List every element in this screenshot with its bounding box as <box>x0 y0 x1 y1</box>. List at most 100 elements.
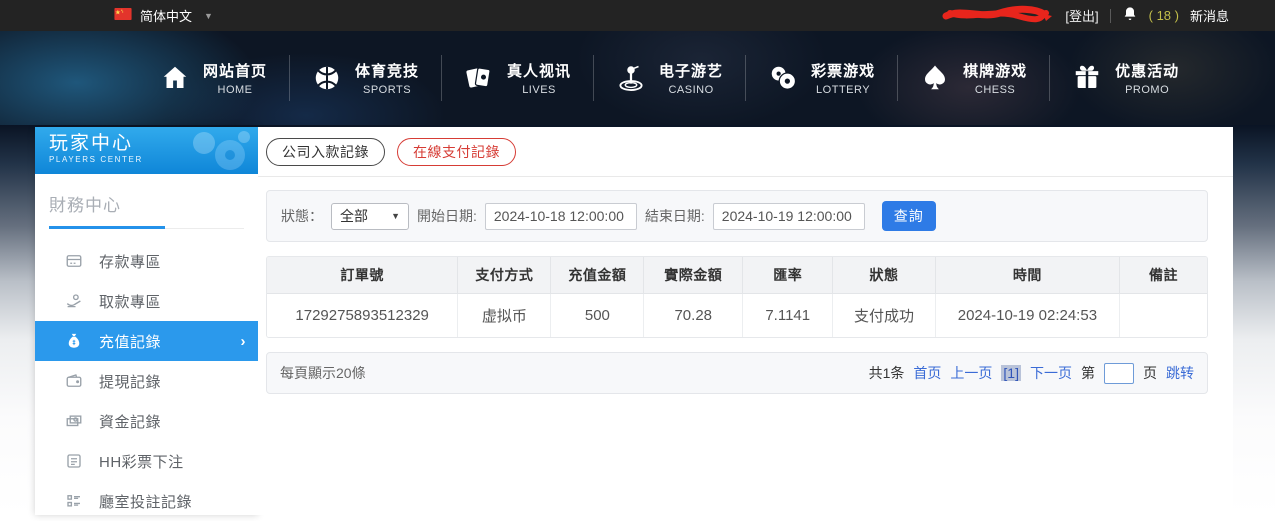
next-page-link[interactable]: 下一页 <box>1030 363 1072 383</box>
nav-item-home[interactable]: 网站首页 HOME <box>138 60 289 96</box>
spade-icon <box>920 63 950 93</box>
censored-username-scribble[interactable] <box>942 5 1054 26</box>
sidebar: 玩家中心 PLAYERS CENTER 財務中心 存款專區 取款專區 充值記錄 … <box>35 127 258 515</box>
home-icon <box>160 63 190 93</box>
sidebar-item-hh-lottery-bets[interactable]: HH彩票下注 <box>35 441 258 481</box>
logout-link[interactable]: [登出] <box>1065 6 1098 25</box>
sidebar-item-label: 存款專區 <box>99 251 161 272</box>
sidebar-item-label: 廳室投註記錄 <box>99 491 192 512</box>
finance-section-title: 財務中心 <box>49 191 244 216</box>
nav-label-en: PROMO <box>1115 84 1179 96</box>
sidebar-item-funds-records[interactable]: 資金記錄 <box>35 401 258 441</box>
prev-page-link[interactable]: 上一页 <box>950 363 992 383</box>
sidebar-item-label: HH彩票下注 <box>99 451 184 472</box>
col-status: 狀態 <box>833 257 935 293</box>
end-date-input[interactable] <box>713 203 865 230</box>
china-flag-icon <box>114 8 132 23</box>
messages-link[interactable]: 新消息 <box>1190 6 1229 25</box>
nav-label-zh: 彩票游戏 <box>811 60 875 81</box>
start-date-input[interactable] <box>485 203 637 230</box>
cell-exchange-rate: 7.1141 <box>743 293 833 337</box>
topbar-divider <box>1110 9 1111 23</box>
tab-online-payment-records[interactable]: 在線支付記錄 <box>397 138 516 166</box>
gift-icon <box>1072 63 1102 93</box>
topbar: 简体中文 ▼ [登出] ( 18 ) 新消息 <box>0 0 1275 31</box>
jump-button[interactable]: 跳转 <box>1166 363 1194 383</box>
chevron-down-icon: ▼ <box>391 211 400 221</box>
basketball-icon <box>312 63 342 93</box>
first-page-link[interactable]: 首页 <box>913 363 941 383</box>
cell-order-number: 1729275893512329 <box>267 293 458 337</box>
col-payment-method: 支付方式 <box>458 257 551 293</box>
nav-label-zh: 棋牌游戏 <box>963 60 1027 81</box>
table-header-row: 訂單號 支付方式 充值金額 實際金額 匯率 狀態 時間 備註 <box>267 257 1207 293</box>
nav-item-casino[interactable]: 电子游艺 CASINO <box>594 60 745 96</box>
start-date-label: 開始日期: <box>417 206 477 226</box>
table-row: 1729275893512329 虚拟币 500 70.28 7.1141 支付… <box>267 293 1207 337</box>
main-nav: 网站首页 HOME 体育竞技SPORTS 真人视讯 LIVES 电子游艺 CASINO… <box>0 31 1275 125</box>
cell-recharge-amount: 500 <box>551 293 644 337</box>
current-page-indicator[interactable]: [1] <box>1001 365 1021 381</box>
topbar-right: [登出] ( 18 ) 新消息 <box>942 5 1229 26</box>
sidebar-item-withdraw[interactable]: 取款專區 <box>35 281 258 321</box>
bell-icon[interactable] <box>1122 6 1138 25</box>
playing-cards-icon <box>464 63 494 93</box>
sidebar-item-label: 資金記錄 <box>99 411 161 432</box>
nav-label-zh: 电子游艺 <box>659 60 723 81</box>
nav-item-sports[interactable]: 体育竞技SPORTS <box>290 60 441 96</box>
status-select[interactable]: 全部 ▼ <box>331 203 409 230</box>
cell-remark <box>1120 293 1207 337</box>
nav-label-zh: 优惠活动 <box>1115 60 1179 81</box>
chevron-down-icon: ▼ <box>204 11 213 21</box>
end-date-label: 結束日期: <box>645 206 705 226</box>
main-panel: 公司入款記錄 在線支付記錄 狀態： 全部 ▼ 開始日期: 結束日期: 查詢 訂單… <box>258 127 1233 515</box>
nav-label-en: SPORTS <box>355 84 419 96</box>
sidebar-item-label: 提現記錄 <box>99 371 161 392</box>
nav-item-promo[interactable]: 优惠活动 PROMO <box>1050 60 1201 96</box>
col-actual-amount: 實際金額 <box>644 257 743 293</box>
search-button[interactable]: 查詢 <box>882 201 936 231</box>
total-count-label: 共1条 <box>869 363 905 383</box>
page-jump-input[interactable] <box>1104 363 1134 384</box>
gamepad-decoration-icon <box>182 129 254 174</box>
list-icon <box>65 492 83 510</box>
joystick-icon <box>616 63 646 93</box>
nav-label-en: HOME <box>203 84 267 96</box>
document-icon <box>65 452 83 470</box>
lottery-balls-icon <box>768 63 798 93</box>
language-switcher[interactable]: 简体中文 ▼ <box>114 6 213 25</box>
col-time: 時間 <box>935 257 1119 293</box>
language-label: 简体中文 <box>140 6 192 25</box>
sidebar-item-label: 取款專區 <box>99 291 161 312</box>
pagination-controls: 共1条 首页 上一页 [1] 下一页 第 页 跳转 <box>869 363 1194 384</box>
col-exchange-rate: 匯率 <box>743 257 833 293</box>
sidebar-menu: 存款專區 取款專區 充值記錄 › 提現記錄 資金記錄 <box>35 241 258 521</box>
sidebar-item-recharge-records[interactable]: 充值記錄 › <box>35 321 258 361</box>
filter-bar: 狀態： 全部 ▼ 開始日期: 結束日期: 查詢 <box>266 190 1208 242</box>
col-remark: 備註 <box>1120 257 1207 293</box>
cell-payment-method: 虚拟币 <box>458 293 551 337</box>
nav-label-en: LIVES <box>507 84 571 96</box>
sidebar-item-withdrawal-records[interactable]: 提現記錄 <box>35 361 258 401</box>
nav-label-en: CHESS <box>963 84 1027 96</box>
col-recharge-amount: 充值金額 <box>551 257 644 293</box>
nav-item-chess[interactable]: 棋牌游戏 CHESS <box>898 60 1049 96</box>
page-size-label: 每頁顯示20條 <box>280 363 366 383</box>
cell-time: 2024-10-19 02:24:53 <box>935 293 1119 337</box>
banknotes-icon <box>65 412 83 430</box>
sidebar-header: 玩家中心 PLAYERS CENTER <box>35 127 258 174</box>
nav-label-zh: 真人视讯 <box>507 60 571 81</box>
nav-item-lottery[interactable]: 彩票游戏LOTTERY <box>746 60 897 96</box>
sidebar-item-label: 充值記錄 <box>99 331 161 352</box>
nav-label-en: CASINO <box>659 84 723 96</box>
section-underline <box>49 226 244 229</box>
sidebar-item-hall-bet-records[interactable]: 廳室投註記錄 <box>35 481 258 521</box>
chevron-right-icon: › <box>241 333 247 350</box>
hand-money-icon <box>65 292 83 310</box>
tab-company-deposit-records[interactable]: 公司入款記錄 <box>266 138 385 166</box>
nav-item-lives[interactable]: 真人视讯 LIVES <box>442 60 593 96</box>
wallet-icon <box>65 372 83 390</box>
col-order-number: 訂單號 <box>267 257 458 293</box>
nav-label-zh: 网站首页 <box>203 60 267 81</box>
sidebar-item-deposit[interactable]: 存款專區 <box>35 241 258 281</box>
